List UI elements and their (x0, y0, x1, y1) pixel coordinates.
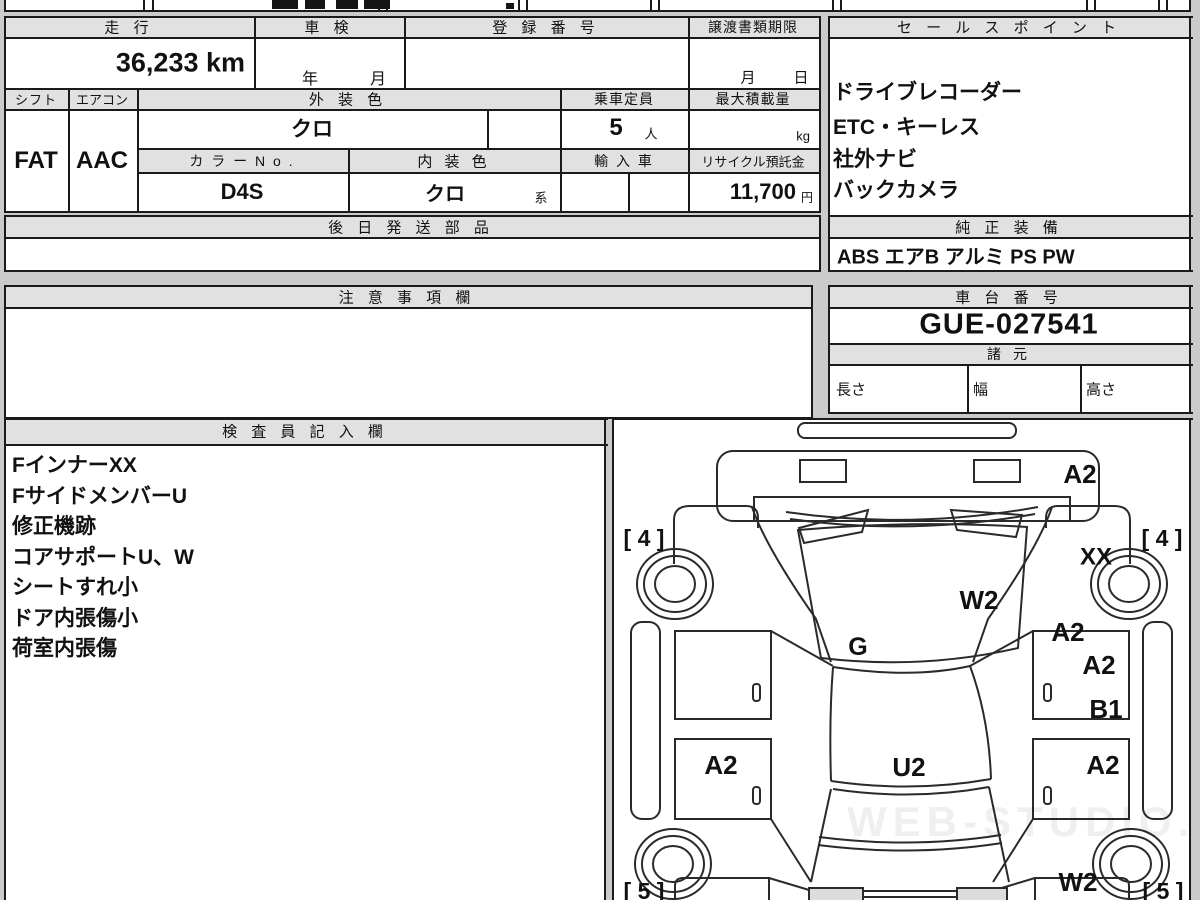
aircon-value: AAC (76, 147, 128, 174)
deadline-month-label: 月 (740, 69, 756, 87)
front-bumper (716, 450, 1100, 522)
roof-front-arc (832, 665, 971, 674)
right-sill (1142, 621, 1173, 820)
color-no-header: カ ラ ー N o . (189, 153, 295, 169)
left-front-door (674, 630, 772, 720)
transfer-deadline-header: 譲渡書類期限 (708, 19, 798, 35)
auction-sheet: 走 行 車 検 登 録 番 号 譲渡書類期限 36,233 km 年 月 月 日… (0, 0, 1200, 900)
sales-point-item: ドライブレコーダー (833, 81, 1022, 104)
chassis-number: GUE-027541 (919, 308, 1099, 341)
exterior-color-value: クロ (291, 118, 333, 141)
capacity-header: 乗車定員 (594, 91, 654, 107)
interior-color-header: 内 装 色 (417, 153, 491, 171)
width-label: 幅 (973, 381, 989, 399)
inspector-note-line: FサイドメンバーU (12, 484, 187, 508)
recycle-deposit-unit: 円 (800, 190, 814, 205)
front-license-bar (797, 422, 1017, 439)
recycle-deposit-value: 11,700 (729, 179, 796, 204)
rear-bumper-left (808, 887, 864, 900)
inspector-note-line: FインナーXX (12, 454, 137, 477)
damage-code-label: A2 (1063, 459, 1096, 489)
front-right-lamp (973, 459, 1021, 483)
inspector-note-line: コアサポートU、W (12, 545, 194, 569)
chassis-header: 車 台 番 号 (955, 289, 1063, 307)
damage-code-label: A2 (704, 750, 737, 780)
watermark: WEB-STUDIO.PRO (847, 798, 1191, 845)
max-load-unit: kg (796, 128, 810, 144)
later-parts-header: 後 日 発 送 部 品 (328, 219, 494, 237)
damage-code-label: A2 (1086, 750, 1119, 780)
sales-point-item: バックカメラ (833, 179, 959, 202)
damage-code-label: A2 (1051, 617, 1084, 647)
shift-value: FAT (14, 147, 58, 174)
damage-code-label: W2 (960, 585, 999, 615)
damage-code-label: W2 (1059, 867, 1098, 897)
cutoff-text-fragment (272, 0, 298, 9)
door-handle (752, 786, 761, 805)
length-label: 長さ (836, 381, 867, 399)
registration-header: 登 録 番 号 (492, 19, 600, 37)
rear-bumper-right (956, 887, 1008, 900)
capacity-value: 5 (609, 114, 623, 141)
aircon-header: エアコン (75, 92, 129, 108)
shift-header: シフト (14, 92, 58, 108)
inspection-year-label: 年 (301, 71, 319, 88)
front-left-lamp (799, 459, 847, 483)
interior-color-suffix: 系 (534, 190, 548, 206)
sales-point-item: ETC・キーレス (833, 116, 980, 139)
damage-code-label: [ 4 ] (1142, 525, 1183, 551)
inspector-note-line: シートすれ小 (12, 576, 138, 599)
import-car-header: 輸 入 車 (594, 153, 654, 169)
door-handle (1043, 683, 1052, 702)
capacity-unit: 人 (644, 126, 658, 142)
rear-window-left (810, 788, 832, 883)
inspection-header: 車 検 (304, 19, 354, 37)
left-sill (630, 621, 661, 820)
equipment-value: ABS エアB アルミ PS PW (837, 246, 1075, 269)
recycle-deposit-header: リサイクル預託金 (701, 154, 805, 170)
exterior-color-header: 外 装 色 (308, 91, 388, 109)
inspector-note-line: 修正機跡 (12, 515, 96, 538)
inspector-header: 検 査 員 記 入 欄 (222, 423, 388, 441)
cautions-header: 注 意 事 項 欄 (338, 289, 476, 307)
damage-code-label: [ 5 ] (624, 878, 665, 900)
damage-code-label: [ 4 ] (624, 525, 665, 551)
interior-color-value: クロ (425, 183, 465, 206)
max-load-header: 最大積載量 (715, 91, 791, 107)
sales-point-item: 社外ナビ (833, 148, 917, 171)
damage-code-label: XX (1080, 544, 1112, 571)
deadline-day-label: 日 (793, 69, 809, 87)
inspection-month-label: 月 (369, 71, 387, 88)
damage-code-label: G (848, 633, 867, 661)
height-label: 高さ (1086, 381, 1117, 399)
equipment-header: 純 正 装 備 (955, 219, 1063, 237)
inspector-note-line: ドア内張傷小 (12, 606, 138, 630)
damage-code-label: U2 (892, 752, 925, 782)
specs-header: 諸 元 (987, 346, 1031, 362)
damage-code-label: [ 5 ] (1143, 878, 1184, 900)
car-damage-diagram: WEB-STUDIO.PRO A2 [ 4 ] [ 4 ] XX W2 A2 G A2 B1 A2… (624, 422, 1191, 900)
damage-code-label: B1 (1089, 694, 1122, 724)
mileage-header: 走 行 (104, 19, 154, 37)
sales-points-header: セ ー ル ス ポ イ ン ト (896, 19, 1122, 37)
color-no-value: D4S (220, 179, 264, 204)
mileage-value: 36,233 km (115, 47, 245, 78)
door-handle (752, 683, 761, 702)
damage-code-label: A2 (1082, 650, 1115, 680)
inspector-note-line: 荷室内張傷 (12, 637, 117, 660)
front-fender-left (673, 505, 759, 564)
